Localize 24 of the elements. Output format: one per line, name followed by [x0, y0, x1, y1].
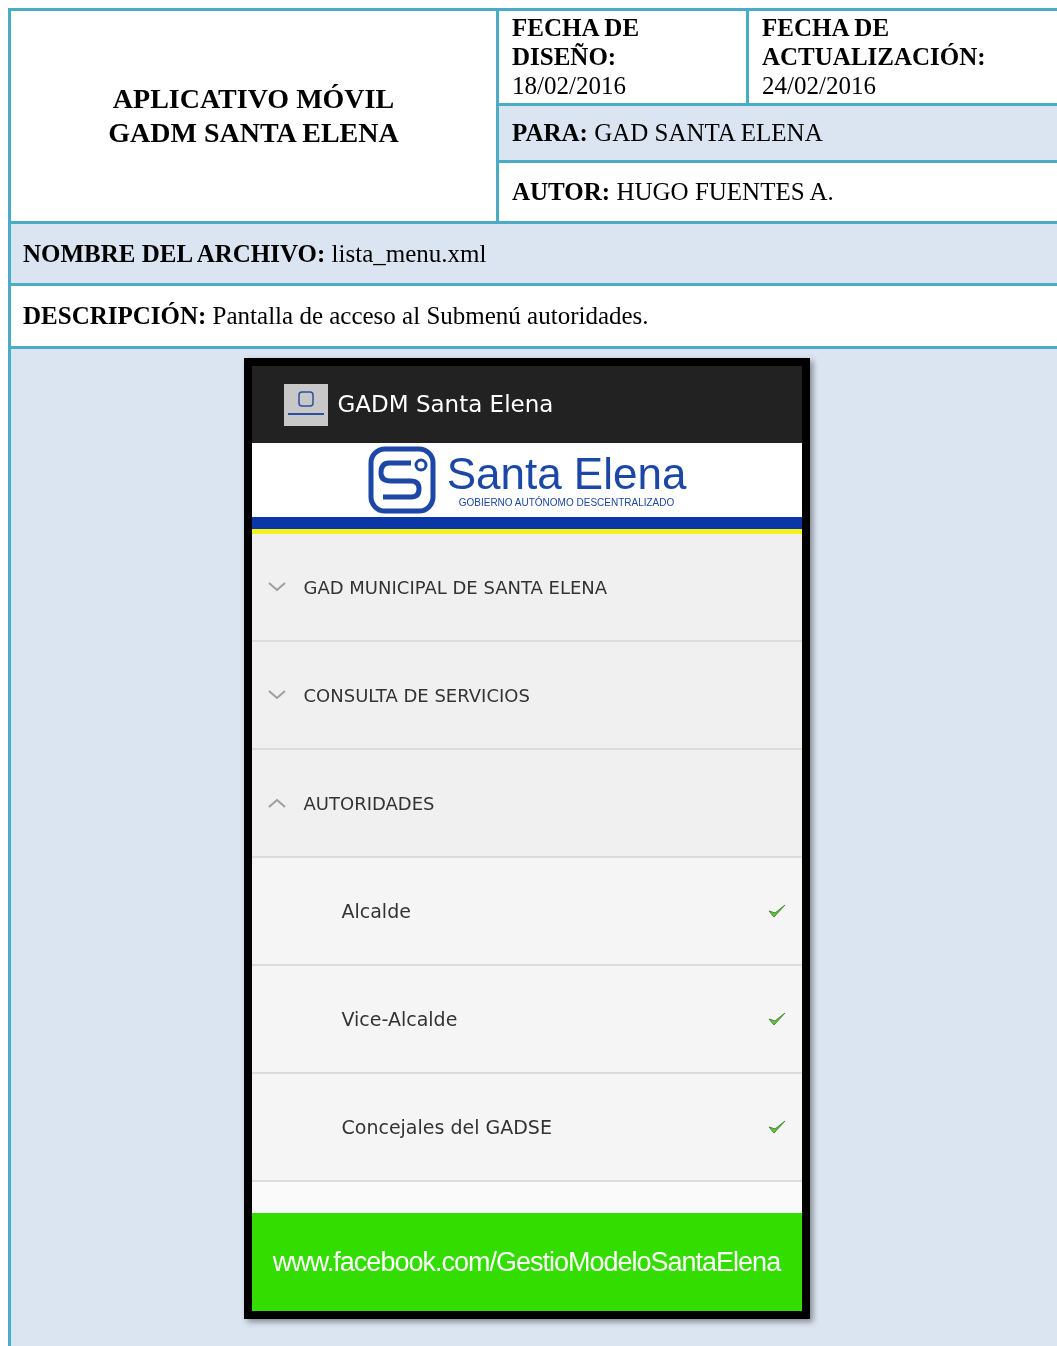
recipient-text: PARA: GAD SANTA ELENA [512, 118, 823, 149]
author-text: AUTOR: HUGO FUENTES A. [512, 177, 834, 208]
app-title: GADM Santa Elena [337, 390, 554, 420]
date-label: FECHA DE ACTUALIZACIÓN: [762, 13, 987, 71]
chevron-up-icon [267, 798, 286, 808]
chevron-down-icon [267, 582, 286, 592]
submenu-item[interactable]: Alcalde [251, 858, 802, 966]
file-name-text: NOMBRE DEL ARCHIVO: lista_menu.xml [23, 238, 487, 269]
app-logo-icon [283, 383, 328, 426]
submenu-item[interactable]: Vice-Alcalde [251, 966, 802, 1074]
logo-tagline: GOBIERNO AUTÓNOMO DESCENTRALIZADO [458, 497, 675, 509]
logo-icon [366, 445, 437, 515]
document-title: GADM SANTA ELENA [108, 116, 399, 150]
date-value: 24/02/2016 [762, 71, 877, 101]
submenu-item[interactable]: Concejales del GADSE [251, 1074, 802, 1182]
date-value: 18/02/2016 [512, 71, 627, 101]
menu-group-item[interactable]: GAD MUNICIPAL DE SANTA ELENA [251, 534, 802, 642]
description-text: DESCRIPCIÓN: Pantalla de acceso al Submenú autoridades. [23, 301, 649, 332]
menu-group-item[interactable]: CONSULTA DE SERVICIOS [251, 642, 802, 750]
footer-banner: www.facebook.com/GestioModeloSantaElena [251, 1213, 802, 1311]
chevron-down-icon [267, 690, 286, 700]
date-label: FECHA DE DISEÑO: [512, 13, 641, 71]
document-title: APLICATIVO MÓVIL [112, 82, 395, 116]
logo-wordmark: Santa Elena [446, 451, 687, 497]
